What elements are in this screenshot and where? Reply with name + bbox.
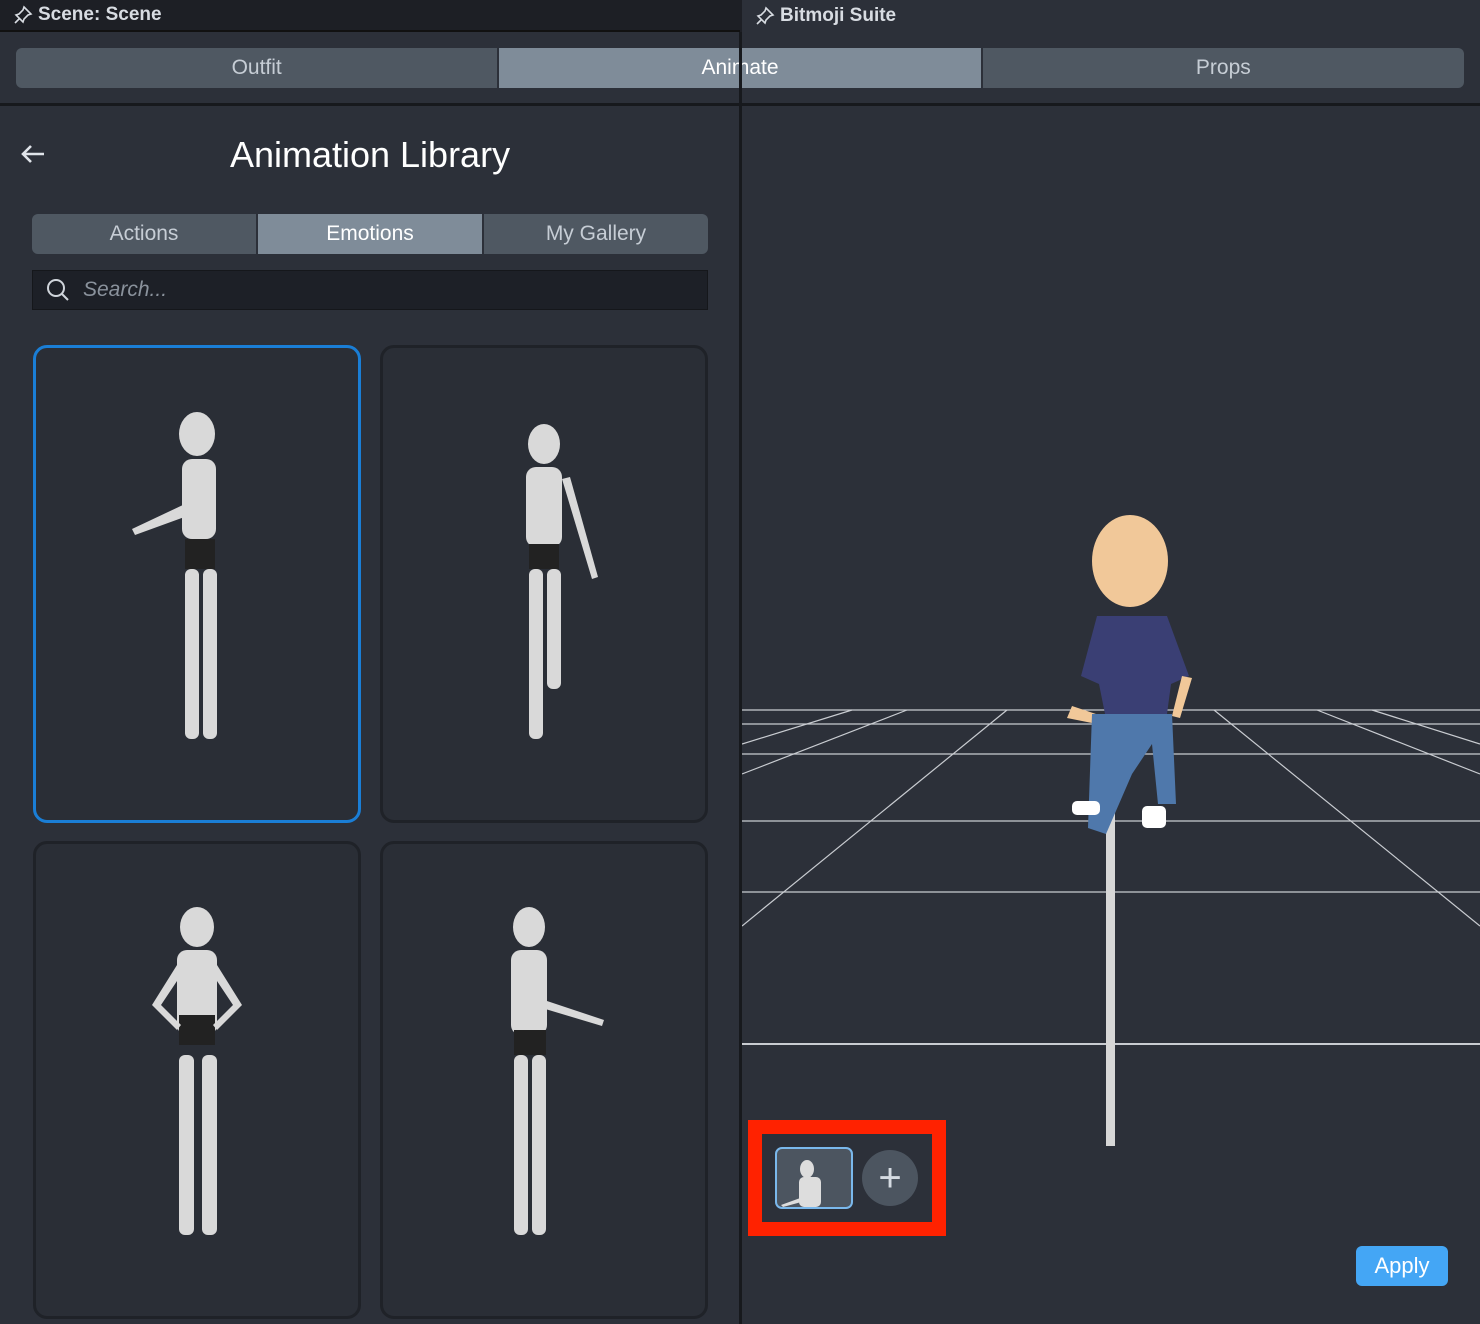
tab-emotions[interactable]: Emotions [258,214,484,254]
page-title: Animation Library [229,134,511,175]
add-animation-button[interactable]: + [862,1150,918,1206]
mannequin-figure [511,907,604,1235]
pin-icon [14,5,33,24]
tab-props[interactable]: Props [982,48,1464,88]
tab-actions[interactable]: Actions [32,214,258,254]
scene-tab-label: Scene: Scene [38,4,162,25]
animation-card[interactable] [380,841,708,1319]
mannequin-figure [132,412,217,739]
animation-card[interactable] [33,841,361,1319]
animation-clip-thumbnail[interactable] [775,1147,853,1209]
search-placeholder: Search... [83,278,168,301]
pin-icon [756,6,775,25]
search-icon [47,279,69,301]
mannequin-thumbnail [781,1160,821,1207]
bitmoji-avatar [1067,515,1192,834]
tab-my-gallery[interactable]: My Gallery [484,214,708,254]
mannequin-figure [152,907,242,1235]
mannequin-figure [526,424,598,739]
tab-outfit[interactable]: Outfit [16,48,500,88]
bitmoji-tab-label: Bitmoji Suite [780,5,897,26]
search-input[interactable]: Search... [32,270,708,310]
animation-card[interactable] [33,345,361,823]
apply-button[interactable]: Apply [1356,1246,1448,1286]
library-tabs: Actions Emotions My Gallery [32,214,708,254]
bitmoji-panel-tab[interactable]: Bitmoji Suite [742,0,1480,32]
scene-panel-tab[interactable]: Scene: Scene [0,0,740,32]
animation-card[interactable] [380,345,708,823]
